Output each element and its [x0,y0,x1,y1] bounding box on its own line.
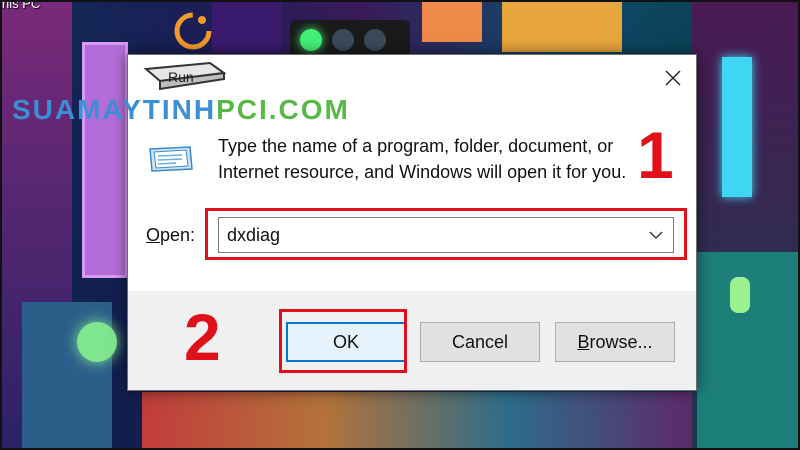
watermark-text-blue: SUAMAYTINH [12,94,217,125]
browse-label: rowse... [589,331,653,352]
watermark-text-green: PCI.COM [216,94,350,125]
wallpaper-building [212,2,282,52]
site-watermark: SUAMAYTINHPCI.COM [12,94,350,126]
wallpaper-building [502,2,622,52]
wallpaper-neon-sign [82,42,128,278]
open-label-text: pen: [160,225,196,245]
annotation-step-1: 1 [637,118,674,192]
wallpaper-neon-sign [722,57,752,197]
wallpaper-building [422,2,482,42]
annotation-highlight-input [205,208,687,260]
traffic-light-off [332,29,354,51]
window-title: Run [168,69,194,85]
annotation-step-2: 2 [184,300,221,374]
close-button[interactable] [650,55,696,101]
open-label: Open: [146,225,195,246]
screenshot-frame: his PC SUAMAYTINHPCI.COM Run Type the na… [0,0,800,450]
browse-accelerator: B [577,331,590,352]
pci-logo-icon [174,12,212,50]
close-icon [665,70,681,86]
wallpaper-green-lamp [77,322,117,362]
run-icon [149,146,193,172]
desktop-icon-label-this-pc[interactable]: his PC [2,2,40,11]
wallpaper-street [142,392,692,448]
cancel-button[interactable]: Cancel [420,322,540,362]
browse-button[interactable]: Browse... [555,322,675,362]
traffic-light-green [300,29,322,51]
wallpaper-green-lamp [730,277,750,313]
annotation-highlight-ok [279,309,407,373]
traffic-light-off [364,29,386,51]
dialog-description: Type the name of a program, folder, docu… [218,136,627,182]
open-label-accelerator: O [146,225,161,245]
